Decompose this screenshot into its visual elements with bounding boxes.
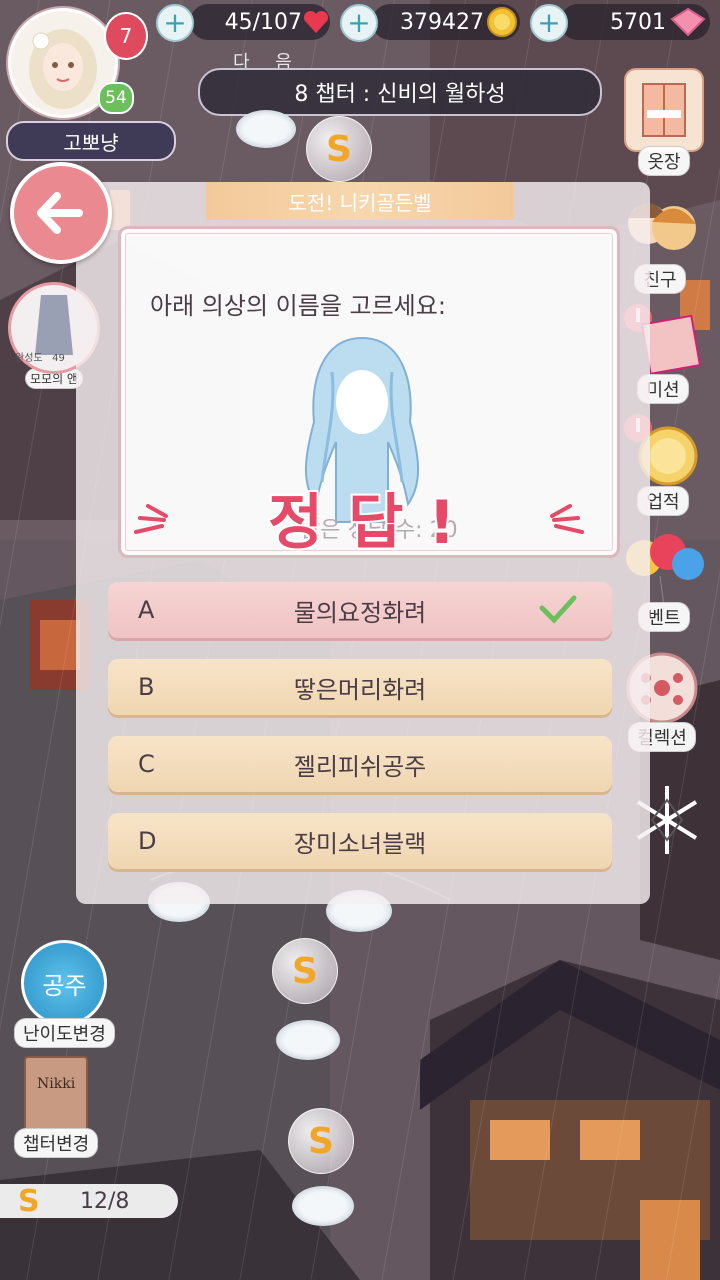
s-coin-bubble[interactable]: S (306, 116, 372, 182)
quiz-banner-text: 도전! 니키골든벨 (288, 190, 432, 215)
wardrobe-button[interactable]: 옷장 (624, 68, 704, 176)
difficulty-button[interactable]: 공주 난이도변경 (14, 940, 115, 1048)
sparkle-left-icon (134, 504, 168, 534)
chapter-change-button[interactable]: Nikki 챕터변경 (14, 1056, 99, 1158)
diamond-counter: 5701 (560, 4, 710, 40)
book-title: Nikki (37, 1076, 76, 1092)
heart-icon (303, 10, 329, 33)
gold-value: 379427 (400, 9, 484, 35)
quiz-banner: 도전! 니키골든벨 (206, 182, 514, 220)
chapter-title-bar: 8 챕터 : 신비의 월하성 (198, 68, 602, 116)
player-name: 고뽀냥 (63, 130, 119, 155)
add-diamond-button[interactable]: + (530, 4, 568, 42)
answer-c-button[interactable]: C 젤리피쉬공주 (108, 736, 612, 792)
player-level-badge: 7 (104, 12, 148, 60)
vip-level-badge: 54 (98, 82, 134, 114)
correct-result-text: 정 답 ! (266, 486, 458, 560)
add-stamina-button[interactable]: + (156, 4, 194, 42)
chapter-change-label: 챕터변경 (14, 1128, 99, 1158)
wardrobe-label: 옷장 (638, 146, 690, 176)
wardrobe-icon (624, 68, 704, 152)
player-level: 7 (119, 24, 133, 48)
gold-counter: 379427 (372, 4, 520, 40)
player-name-bar[interactable]: 고뽀냥 (6, 121, 176, 161)
difficulty-label: 난이도변경 (14, 1018, 115, 1048)
s-coin-icon: S (18, 1183, 40, 1219)
diamond-value: 5701 (610, 9, 666, 35)
answer-b-button[interactable]: B 땋은머리화려 (108, 659, 612, 715)
question-text: 아래 의상의 이름을 고르세요: (150, 292, 446, 320)
book-icon: Nikki (24, 1056, 89, 1134)
back-button[interactable] (10, 162, 112, 264)
answer-text: 젤리피쉬공주 (293, 752, 427, 781)
coin-progress: 12/8 (80, 1188, 130, 1214)
vip-level: 54 (105, 88, 127, 108)
answer-d-button[interactable]: D 장미소녀블랙 (108, 813, 612, 869)
answer-text: 장미소녀블랙 (293, 829, 427, 858)
answer-text: 물의요정화려 (293, 598, 427, 627)
difficulty-mode-icon: 공주 (21, 940, 108, 1026)
sparkle-right-icon (550, 504, 584, 534)
stamina-value: 45/107 (224, 9, 302, 35)
add-gold-button[interactable]: + (340, 4, 378, 42)
s-coin-bubble[interactable]: S (288, 1108, 354, 1174)
chapter-title: 8 챕터 : 신비의 월하성 (294, 82, 506, 107)
stage-node[interactable] (276, 1020, 340, 1060)
checkmark-icon (539, 595, 577, 624)
gold-coin-icon (487, 7, 517, 37)
stage-node[interactable] (236, 110, 296, 148)
coin-progress-bar: S 12/8 (0, 1183, 178, 1219)
back-arrow-icon (37, 192, 83, 234)
s-coin-bubble[interactable]: S (272, 938, 338, 1004)
answer-text: 땋은머리화려 (293, 675, 427, 704)
difficulty-mode: 공주 (42, 971, 87, 1000)
stage-node[interactable] (292, 1186, 354, 1226)
outfit-progress-text: 완성도 49 (15, 353, 65, 364)
answer-a-button[interactable]: A 물의요정화려 (108, 582, 612, 638)
stamina-counter: 45/107 (190, 4, 330, 40)
diamond-icon (670, 7, 706, 37)
